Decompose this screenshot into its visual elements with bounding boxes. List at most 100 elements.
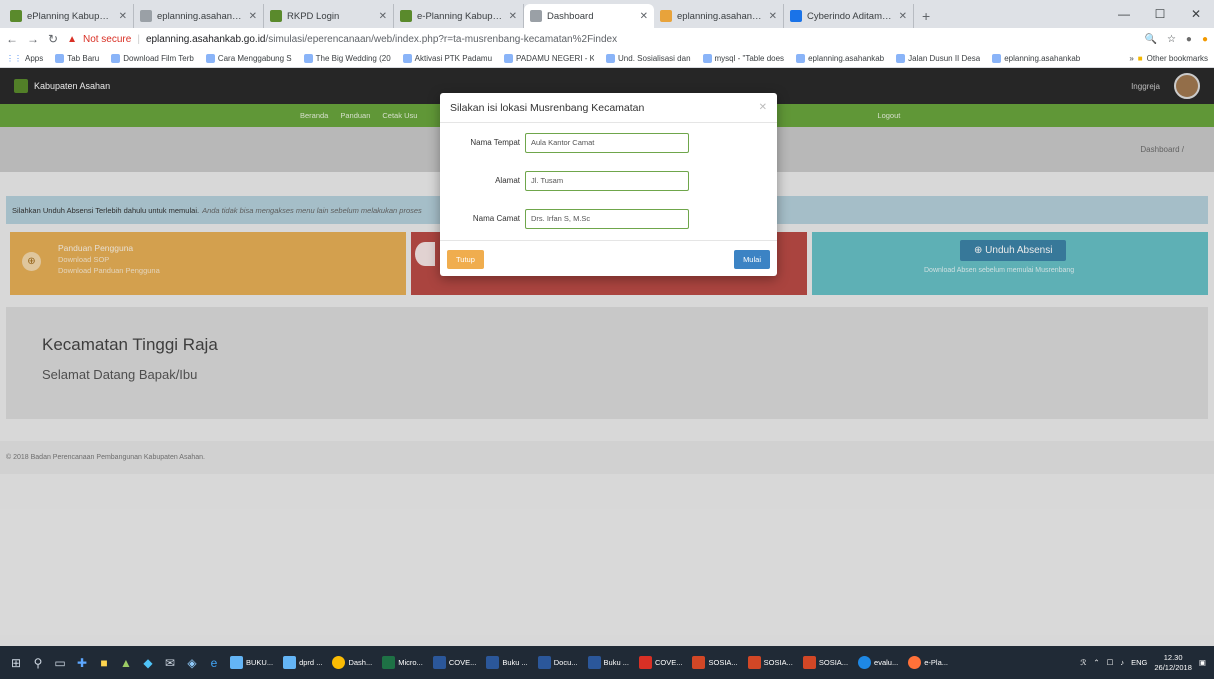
taskbar-app[interactable]: SOSIA... bbox=[801, 656, 850, 669]
nama-camat-input[interactable] bbox=[525, 208, 689, 229]
minimize-icon[interactable]: — bbox=[1106, 0, 1142, 28]
bookmark-item[interactable]: eplanning.asahankab bbox=[992, 54, 1080, 63]
notification-icon[interactable]: ▣ bbox=[1199, 658, 1206, 667]
mail-icon[interactable]: ✉ bbox=[162, 656, 178, 670]
tutup-button[interactable]: Tutup bbox=[447, 250, 484, 269]
bookmark-label: eplanning.asahankab bbox=[808, 54, 885, 63]
language-indicator[interactable]: ENG bbox=[1131, 658, 1147, 667]
bookmark-item[interactable]: Download Film Terb bbox=[111, 54, 194, 63]
bookmarks-bar: ⋮⋮ Apps Tab Baru Download Film Terb Cara … bbox=[0, 50, 1214, 68]
taskbar-app[interactable]: SOSIA... bbox=[746, 656, 795, 669]
store-icon[interactable]: ■ bbox=[96, 656, 112, 670]
chevron-right-icon[interactable]: » bbox=[1129, 54, 1133, 63]
page-icon bbox=[140, 10, 152, 22]
taskbar-app[interactable]: evalu... bbox=[856, 656, 900, 669]
taskbar-app-label: COVE... bbox=[654, 658, 683, 667]
close-icon[interactable]: ✕ bbox=[119, 11, 127, 22]
bookmark-apps[interactable]: ⋮⋮ Apps bbox=[6, 54, 43, 63]
bookmark-label: Apps bbox=[25, 54, 44, 63]
other-bookmarks[interactable]: » ■ Other bookmarks bbox=[1129, 54, 1208, 63]
tab-title: eplanning.asahankab.go.id/2019 bbox=[157, 10, 244, 22]
taskbar-app[interactable]: Buku ... bbox=[484, 656, 529, 669]
taskbar-app-label: SOSIA... bbox=[763, 658, 793, 667]
taskbar-app[interactable]: COVE... bbox=[431, 656, 479, 669]
star-icon[interactable]: ☆ bbox=[1167, 34, 1176, 45]
bookmark-item[interactable]: Jalan Dusun II Desa bbox=[896, 54, 980, 63]
bookmark-item[interactable]: Cara Menggabung S bbox=[205, 54, 292, 63]
pinned-app-icon[interactable]: ◆ bbox=[140, 656, 156, 670]
browser-tab[interactable]: e-Planning Kabupaten Asahan ✕ bbox=[394, 4, 524, 28]
profile-icon[interactable]: ● bbox=[1202, 34, 1208, 45]
taskbar-app[interactable]: e-Pla... bbox=[906, 656, 950, 669]
close-icon[interactable]: ✕ bbox=[379, 11, 387, 22]
taskbar-app[interactable]: BUKU... bbox=[228, 656, 275, 669]
excel-icon bbox=[382, 656, 396, 669]
taskbar-app[interactable]: Micro... bbox=[380, 656, 425, 669]
page-icon bbox=[530, 10, 542, 22]
app-icon bbox=[858, 656, 872, 669]
padamu-icon bbox=[504, 54, 514, 63]
internet-explorer-icon[interactable]: e bbox=[206, 656, 222, 670]
clock[interactable]: 12.30 26/12/2018 bbox=[1154, 653, 1192, 673]
taskbar-app[interactable]: Buku ... bbox=[586, 656, 631, 669]
security-label[interactable]: Not secure bbox=[83, 34, 131, 45]
clock-date: 26/12/2018 bbox=[1154, 662, 1192, 672]
close-icon[interactable]: ✕ bbox=[249, 11, 257, 22]
task-view-icon[interactable]: ▭ bbox=[52, 656, 68, 670]
close-icon[interactable]: ✕ bbox=[640, 11, 648, 22]
browser-tab[interactable]: ePlanning Kabupaten Asahan ✕ bbox=[4, 4, 134, 28]
mulai-button[interactable]: Mulai bbox=[734, 250, 770, 269]
browser-tab[interactable]: eplanning.asahankab.go.id/2019 ✕ bbox=[134, 4, 264, 28]
bookmark-item[interactable]: mysql - "Table does bbox=[702, 54, 784, 63]
volume-icon[interactable]: ♪ bbox=[1120, 658, 1124, 667]
taskbar-app[interactable]: COVE... bbox=[637, 656, 685, 669]
chevron-up-icon[interactable]: ⌃ bbox=[1093, 658, 1099, 667]
network-icon[interactable]: ☐ bbox=[1107, 658, 1114, 667]
browser-tab[interactable]: RKPD Login ✕ bbox=[264, 4, 394, 28]
bookmark-item[interactable]: eplanning.asahankab bbox=[796, 54, 884, 63]
new-tab-button[interactable]: + bbox=[914, 8, 938, 28]
close-icon[interactable]: ✕ bbox=[899, 11, 907, 22]
close-icon[interactable]: ✕ bbox=[759, 102, 767, 113]
bookmark-item[interactable]: The Big Wedding (20 bbox=[303, 54, 391, 63]
windows-start-icon[interactable]: ⊞ bbox=[8, 656, 24, 670]
people-icon[interactable]: ℛ bbox=[1080, 658, 1086, 667]
pinned-app-icon[interactable]: ▲ bbox=[118, 656, 134, 670]
taskbar-app[interactable]: SOSIA... bbox=[690, 656, 739, 669]
alamat-input[interactable] bbox=[525, 170, 689, 191]
bookmark-item[interactable]: Tab Baru bbox=[55, 54, 99, 63]
forward-icon[interactable]: → bbox=[27, 32, 39, 46]
bookmark-item[interactable]: PADAMU NEGERI - K bbox=[504, 54, 594, 63]
bookmark-label: Cara Menggabung S bbox=[217, 54, 292, 63]
browser-tab[interactable]: Cyberindo Aditama | Speedtest ✕ bbox=[784, 4, 914, 28]
taskbar-app-label: Docu... bbox=[553, 658, 578, 667]
reload-icon[interactable]: ↻ bbox=[48, 32, 58, 46]
close-icon[interactable]: ✕ bbox=[769, 11, 777, 22]
taskbar-app-label: SOSIA... bbox=[708, 658, 738, 667]
close-icon[interactable]: ✕ bbox=[509, 11, 517, 22]
taskbar-app[interactable]: Dash... bbox=[330, 656, 374, 669]
zoom-icon[interactable]: 🔍 bbox=[1144, 34, 1156, 45]
omnibox[interactable]: ▲ Not secure | eplanning.asahankab.go.id… bbox=[67, 34, 1135, 45]
taskbar-app[interactable]: dprd ... bbox=[281, 656, 324, 669]
site-favicon-icon bbox=[270, 10, 282, 22]
bookmark-item[interactable]: Und. Sosialisasi dan bbox=[606, 54, 691, 63]
extension-icon[interactable]: ● bbox=[1186, 34, 1192, 45]
back-icon[interactable]: ← bbox=[6, 32, 18, 46]
warning-icon[interactable]: ▲ bbox=[67, 34, 77, 45]
bookmark-label: eplanning.asahankab bbox=[1004, 54, 1081, 63]
nama-tempat-input[interactable] bbox=[525, 132, 689, 153]
url-text[interactable]: eplanning.asahankab.go.id/simulasi/epere… bbox=[146, 34, 617, 45]
pinned-app-icon[interactable]: ✚ bbox=[74, 656, 90, 670]
maximize-icon[interactable]: ☐ bbox=[1142, 0, 1178, 28]
bookmark-item[interactable]: Aktivasi PTK Padamu bbox=[402, 54, 492, 63]
url-host: eplanning.asahankab.go.id bbox=[145, 33, 266, 45]
browser-tab[interactable]: eplanning.asahankab.go.id / loca ✕ bbox=[654, 4, 784, 28]
pinned-app-icon[interactable]: ◈ bbox=[184, 656, 200, 670]
page-icon bbox=[55, 54, 65, 63]
close-window-icon[interactable]: ✕ bbox=[1178, 0, 1214, 28]
search-icon[interactable]: ⚲ bbox=[30, 656, 46, 670]
taskbar-app[interactable]: Docu... bbox=[536, 656, 580, 669]
browser-tab-active[interactable]: Dashboard ✕ bbox=[524, 4, 654, 28]
powerpoint-icon bbox=[747, 656, 761, 669]
